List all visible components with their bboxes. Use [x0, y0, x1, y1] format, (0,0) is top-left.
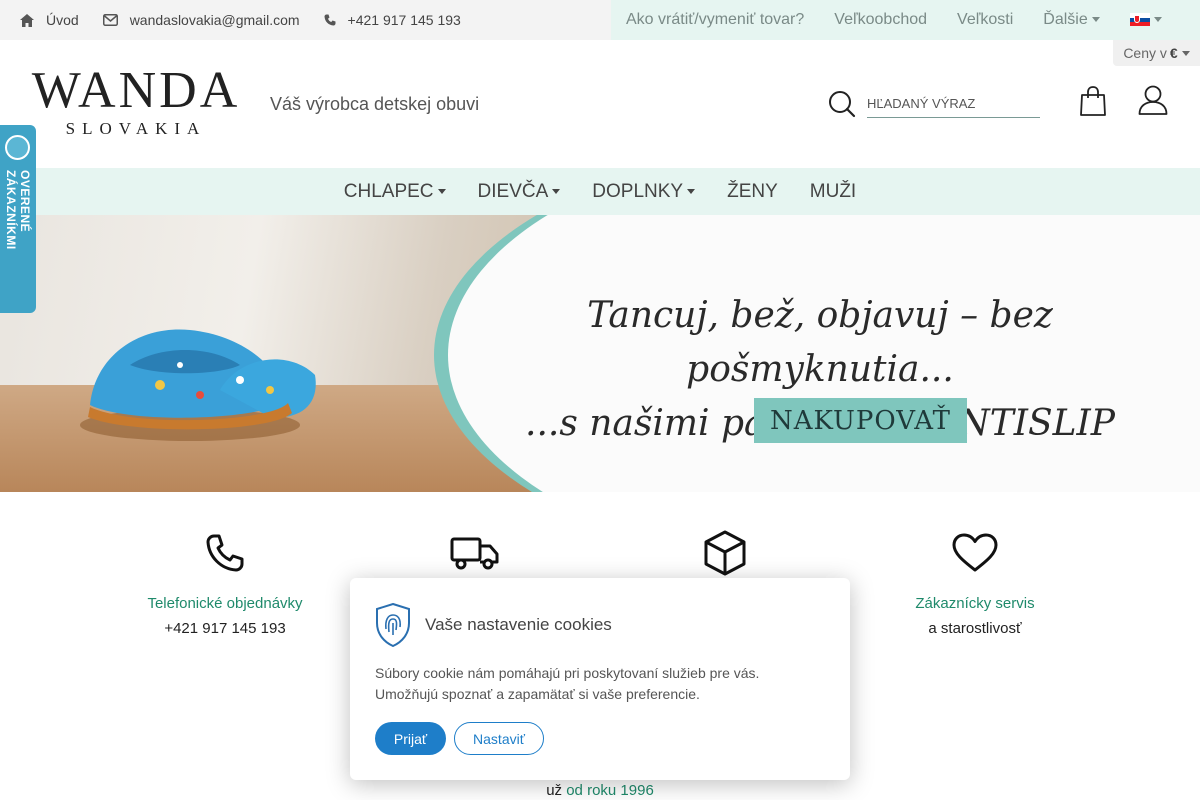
- feature-subtitle: +421 917 145 193: [164, 620, 286, 637]
- banner-line-1: Tancuj, bež, objavuj – bez pošmyknutia..…: [587, 295, 1053, 390]
- category-girl[interactable]: DIEVČA: [478, 181, 561, 203]
- category-boy-label: CHLAPEC: [343, 180, 434, 202]
- logo-wordmark: WANDA: [31, 62, 241, 119]
- verified-text: OVERENÉ ZÁKAZNÍKMI: [4, 170, 32, 250]
- cookie-title: Vaše nastavenie cookies: [425, 615, 612, 634]
- feature-title: Telefonické objednávky: [147, 595, 303, 612]
- shopping-bag-icon[interactable]: [1079, 86, 1107, 116]
- heart-icon: [952, 533, 998, 572]
- feature-subtitle: a starostlivosť: [928, 620, 1022, 637]
- home-icon: [20, 13, 34, 27]
- search-input[interactable]: [867, 90, 1040, 118]
- chevron-down-icon: [687, 188, 696, 194]
- since-line: už od roku 1996: [0, 782, 1200, 799]
- feature-phone-orders: Telefonické objednávky +421 917 145 193: [100, 528, 350, 637]
- phone-text: +421 917 145 193: [347, 12, 461, 28]
- home-link[interactable]: Úvod: [20, 12, 79, 28]
- truck-icon: [450, 537, 499, 570]
- category-girl-label: DIEVČA: [477, 180, 549, 202]
- user-icon[interactable]: [1138, 85, 1168, 115]
- chevron-down-icon: [1091, 17, 1100, 23]
- chevron-down-icon: [437, 188, 446, 194]
- cookie-settings-button[interactable]: Nastaviť: [454, 722, 544, 755]
- cookie-text: Súbory cookie nám pomáhajú pri poskytova…: [375, 665, 760, 702]
- nav-more[interactable]: Ďalšie: [1043, 11, 1100, 29]
- tagline: Váš výrobca detskej obuvi: [270, 94, 480, 114]
- currency-label: Ceny v: [1123, 45, 1167, 61]
- cookie-consent-dialog: Vaše nastavenie cookies Súbory cookie ná…: [350, 578, 850, 780]
- currency-symbol: €: [1169, 45, 1178, 61]
- category-nav: CHLAPEC DIEVČA DOPLNKY ŽENY MUŽI: [0, 168, 1200, 215]
- logo[interactable]: WANDA SLOVAKIA: [20, 62, 252, 142]
- category-accessories-label: DOPLNKY: [592, 180, 684, 202]
- phone-link[interactable]: +421 917 145 193: [324, 12, 461, 28]
- nav-returns[interactable]: Ako vrátiť/vymeniť tovar?: [626, 11, 804, 29]
- category-women[interactable]: ŽENY: [727, 181, 778, 203]
- home-label: Úvod: [46, 12, 79, 28]
- verified-customers-badge[interactable]: OVERENÉ ZÁKAZNÍKMI: [0, 125, 36, 313]
- contact-bar: Úvod wandaslovakia@gmail.com +421 917 14…: [20, 0, 485, 40]
- since-prefix: už: [546, 782, 563, 799]
- phone-icon: [206, 534, 244, 572]
- feature-customer-care: Zákaznícky servis a starostlivosť: [850, 528, 1100, 637]
- logo-subtitle: SLOVAKIA: [65, 119, 207, 138]
- language-switcher[interactable]: [1129, 11, 1162, 29]
- email-text: wandaslovakia@gmail.com: [129, 12, 300, 28]
- category-men[interactable]: MUŽI: [810, 181, 856, 203]
- banner-shop-button[interactable]: NAKUPOVAŤ: [754, 398, 967, 443]
- chevron-down-icon: [1181, 50, 1190, 56]
- hero-banner[interactable]: Tancuj, bež, objavuj – bez pošmyknutia..…: [0, 215, 1200, 492]
- verified-seal-icon: [5, 135, 30, 160]
- top-nav: Ako vrátiť/vymeniť tovar? Veľkoobchod Ve…: [611, 0, 1200, 40]
- envelope-icon: [102, 14, 118, 26]
- top-bar: Úvod wandaslovakia@gmail.com +421 917 14…: [0, 0, 1200, 40]
- nav-wholesale[interactable]: Veľkoobchod: [834, 11, 927, 29]
- fingerprint-shield-icon: [376, 603, 410, 647]
- chevron-down-icon: [1153, 17, 1162, 23]
- slipper-illustration: [80, 329, 316, 441]
- box-icon: [704, 530, 746, 576]
- phone-icon: [324, 14, 336, 26]
- category-boy[interactable]: CHLAPEC: [344, 181, 446, 203]
- currency-selector[interactable]: Ceny v €: [1113, 40, 1200, 66]
- category-accessories[interactable]: DOPLNKY: [592, 180, 696, 203]
- nav-more-label: Ďalšie: [1043, 11, 1088, 28]
- accept-cookies-button[interactable]: Prijať: [375, 722, 446, 755]
- since-year: od roku 1996: [566, 782, 654, 799]
- feature-title: Zákaznícky servis: [915, 595, 1035, 612]
- search-icon[interactable]: [828, 90, 856, 118]
- nav-sizes[interactable]: Veľkosti: [957, 11, 1013, 29]
- email-link[interactable]: wandaslovakia@gmail.com: [102, 12, 300, 28]
- chevron-down-icon: [552, 188, 561, 194]
- slovak-flag-icon: [1129, 13, 1150, 27]
